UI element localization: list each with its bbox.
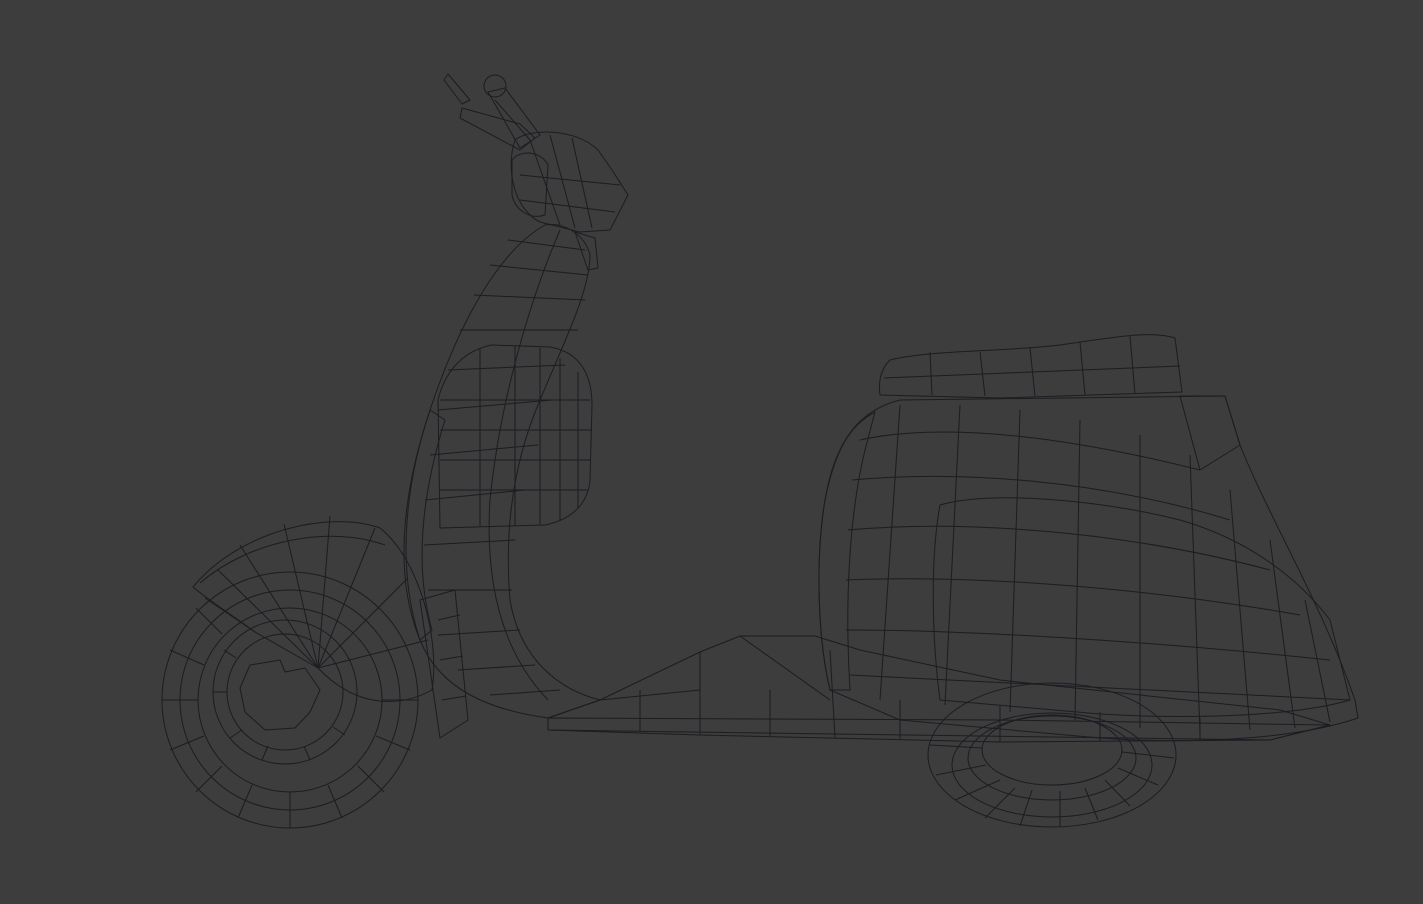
front-wheel[interactable]	[161, 571, 419, 829]
seat[interactable]	[879, 334, 1183, 399]
rear-wheel[interactable]	[927, 682, 1177, 828]
3d-viewport[interactable]	[0, 0, 1423, 904]
leg-shield[interactable]	[403, 224, 601, 719]
glove-box[interactable]	[437, 344, 593, 529]
scooter-mesh-render[interactable]	[0, 0, 1423, 904]
headset[interactable]	[510, 131, 629, 271]
rear-body-cowl[interactable]	[818, 395, 1359, 742]
handlebar[interactable]	[443, 73, 541, 151]
